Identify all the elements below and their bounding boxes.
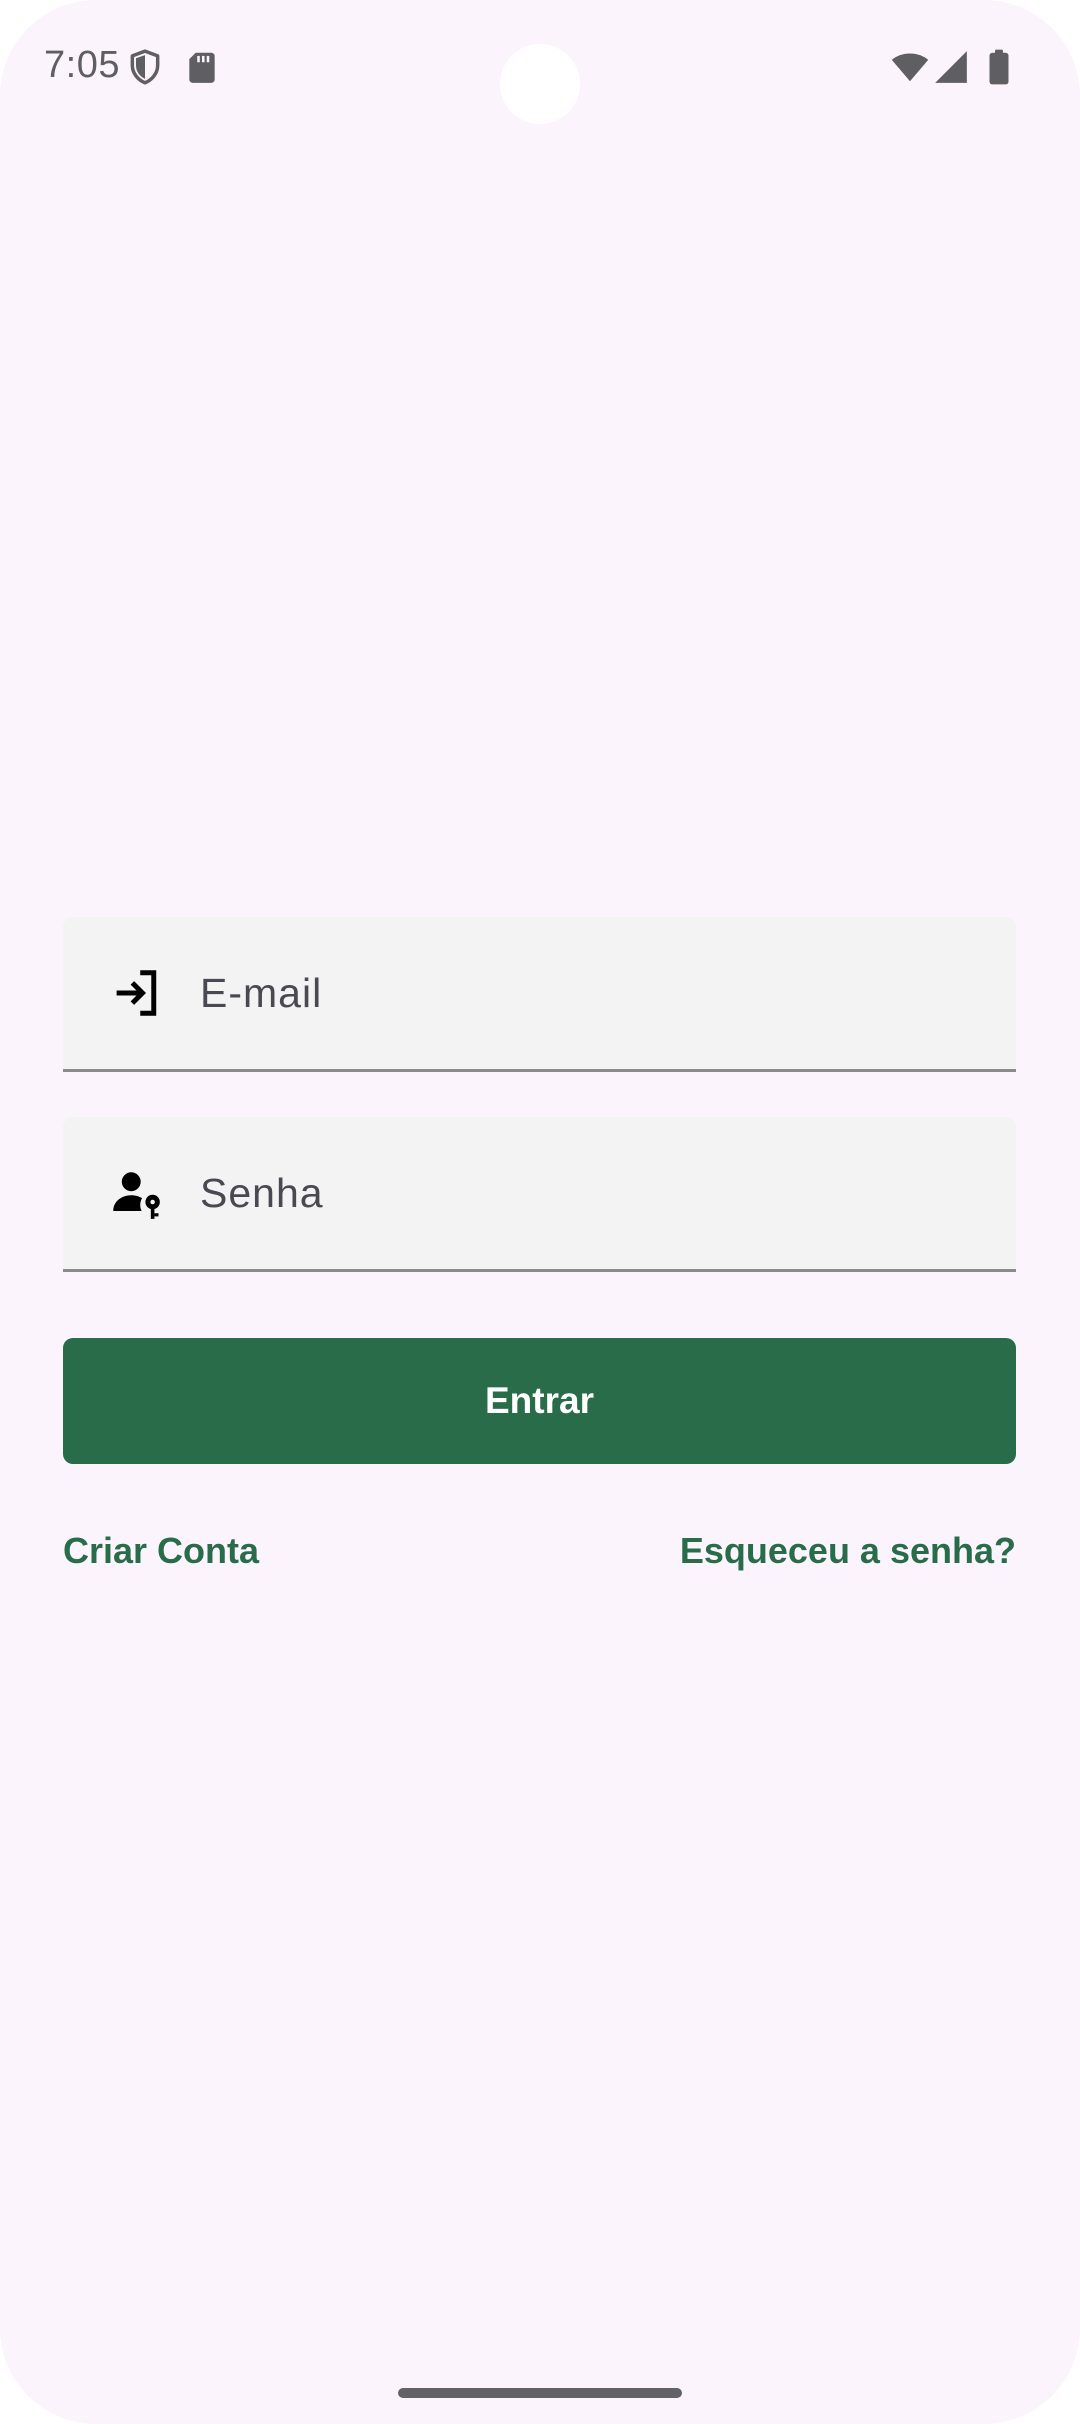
email-field[interactable] xyxy=(63,917,1016,1072)
forgot-password-link[interactable]: Esqueceu a senha? xyxy=(680,1530,1016,1572)
camera-cutout xyxy=(500,44,580,124)
login-button[interactable]: Entrar xyxy=(63,1338,1016,1464)
battery-icon xyxy=(989,49,1009,85)
status-time: 7:05 xyxy=(44,44,120,86)
status-bar: 7:05 xyxy=(0,0,1080,136)
home-indicator[interactable] xyxy=(398,2388,682,2398)
password-field[interactable] xyxy=(63,1117,1016,1272)
email-input[interactable] xyxy=(200,917,996,1069)
login-arrow-icon xyxy=(116,970,157,1016)
wifi-icon xyxy=(891,53,929,82)
login-button-label: Entrar xyxy=(485,1380,594,1421)
shield-icon xyxy=(130,49,160,85)
sd-card-icon xyxy=(189,52,215,83)
cell-signal-icon xyxy=(935,51,967,83)
login-screen: 7:05 E-mail Entrar Criar Conta Esqueceu … xyxy=(0,0,1080,2424)
person-key-icon xyxy=(113,1172,160,1219)
password-input[interactable] xyxy=(200,1117,996,1269)
create-account-link[interactable]: Criar Conta xyxy=(63,1530,259,1572)
